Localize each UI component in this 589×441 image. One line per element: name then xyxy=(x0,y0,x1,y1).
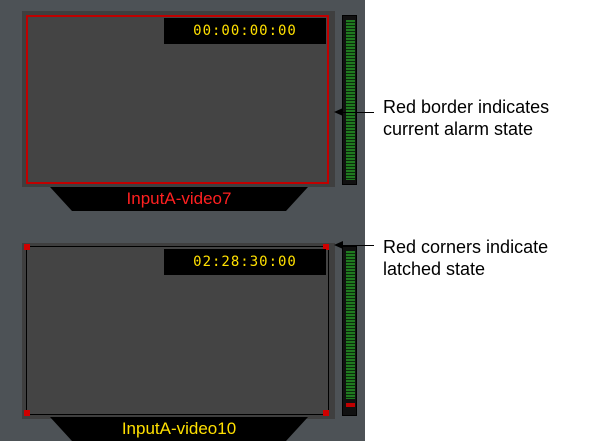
callout-2-line-1: Red corners indicate xyxy=(383,237,549,257)
tile-1-label-tab: InputA-video7 xyxy=(50,187,308,211)
tile-2-audio-meter-level xyxy=(346,251,355,399)
tile-2-audio-meter xyxy=(342,246,357,416)
tile-2-timecode: 02:28:30:00 xyxy=(164,249,326,275)
callout-1-arrow-icon xyxy=(334,108,343,116)
callout-2-leader-line xyxy=(340,245,374,246)
tile-1-audio-meter-level xyxy=(346,20,355,180)
callout-2-line-2: latched state xyxy=(383,259,486,279)
tile-2-label: InputA-video10 xyxy=(121,419,237,438)
tile-2-corner-bottom-left xyxy=(24,410,30,416)
callout-2-arrow-icon xyxy=(334,241,343,249)
callout-1-text: Red border indicates current alarm state xyxy=(383,96,583,140)
tile-2-audio-meter-clip xyxy=(346,403,355,407)
callout-1-line-1: Red border indicates xyxy=(383,97,550,117)
tile-2-corner-top-left xyxy=(24,244,30,250)
callout-2-text: Red corners indicate latched state xyxy=(383,236,583,280)
tile-2-corner-bottom-right xyxy=(323,410,329,416)
tile-2-label-tab: InputA-video10 xyxy=(50,417,308,441)
tile-1-label: InputA-video7 xyxy=(126,189,232,208)
tile-1-audio-meter xyxy=(342,15,357,185)
tile-1-timecode: 00:00:00:00 xyxy=(164,18,326,44)
multiviewer-frame: 00:00:00:00 InputA-video7 02:28:30:00 In… xyxy=(0,0,365,441)
callout-1-line-2: current alarm state xyxy=(383,119,534,139)
callout-1-leader-line xyxy=(340,112,374,113)
